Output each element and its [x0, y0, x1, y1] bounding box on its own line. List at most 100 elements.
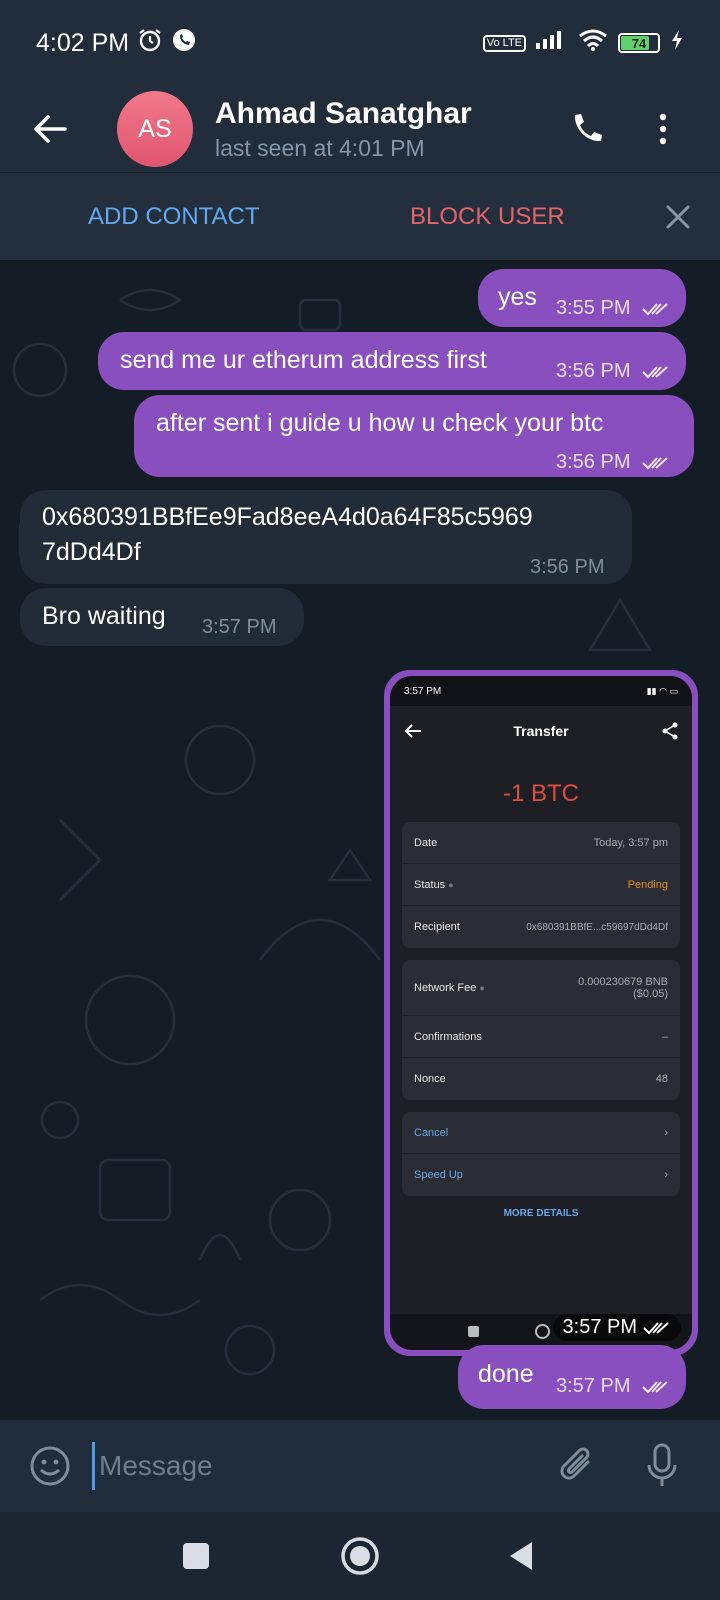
message-text: yes — [498, 283, 537, 311]
message-time: 3:56 PM — [556, 360, 631, 382]
charging-icon — [670, 29, 684, 58]
message-input[interactable] — [92, 1442, 532, 1490]
contact-info[interactable]: Ahmad Sanatghar last seen at 4:01 PM — [215, 97, 472, 162]
more-vertical-icon — [659, 113, 667, 145]
attach-button[interactable] — [552, 1440, 604, 1492]
info-icon: ● — [448, 879, 454, 890]
circle-icon — [535, 1324, 550, 1339]
message-time: 3:57 PM — [556, 1375, 631, 1397]
detail-value: Pending — [627, 878, 668, 891]
detail-value: – — [661, 1030, 668, 1043]
share-icon — [662, 722, 678, 740]
emoji-button[interactable] — [24, 1440, 76, 1492]
image-message[interactable]: 3:57 PM ▮▮ ◠ ▭ Transfer -1 BTC Date Toda… — [384, 670, 698, 1356]
contact-name: Ahmad Sanatghar — [215, 96, 472, 130]
message-bubble-outgoing[interactable]: yes 3:55 PM — [478, 269, 686, 327]
chevron-right-icon: › — [664, 1126, 668, 1139]
alarm-icon — [137, 27, 163, 59]
detail-value: 0x680391BBfE...c59697dDd4Df — [526, 921, 668, 933]
detail-value: 48 — [655, 1073, 668, 1085]
voice-record-button[interactable] — [636, 1440, 688, 1492]
more-options-button[interactable] — [628, 86, 698, 172]
actions-card: Cancel › Speed Up › — [402, 1112, 680, 1196]
back-nav-button[interactable] — [500, 1534, 544, 1578]
detail-row: Confirmations – — [402, 1016, 680, 1058]
message-time: 3:56 PM — [556, 451, 631, 473]
arrow-left-icon — [34, 115, 67, 143]
detail-label: Recipient — [414, 921, 460, 933]
message-bubble-outgoing[interactable]: after sent i guide u how u check your bt… — [134, 395, 694, 477]
screenshot-status-time: 3:57 PM — [404, 685, 442, 697]
double-check-icon — [642, 456, 668, 470]
message-text: send me ur etherum address first — [120, 346, 487, 374]
message-text: done — [478, 1360, 534, 1388]
back-button[interactable] — [0, 86, 100, 172]
double-check-icon — [642, 1380, 668, 1394]
square-icon — [468, 1326, 479, 1337]
detail-label: Nonce — [414, 1073, 446, 1085]
message-text-line: 0x680391BBfEe9Fad8eeA4d0a64F85c5969 — [42, 503, 533, 531]
detail-label: Status ● — [414, 878, 454, 891]
add-contact-button[interactable]: ADD CONTACT — [88, 203, 260, 231]
screenshot-status-bar: 3:57 PM ▮▮ ◠ ▭ — [390, 676, 692, 706]
screenshot-title: Transfer — [513, 723, 569, 739]
message-time: 3:57 PM — [202, 616, 277, 638]
paperclip-icon — [560, 1447, 590, 1480]
battery-icon: 74 — [618, 33, 660, 53]
avatar[interactable]: AS — [117, 91, 193, 167]
detail-row: Status ● Pending — [402, 864, 680, 906]
message-bubble-outgoing[interactable]: done 3:57 PM — [458, 1345, 686, 1409]
message-time: 3:56 PM — [530, 556, 605, 578]
emoji-icon — [30, 1446, 70, 1486]
detail-label: Confirmations — [414, 1030, 482, 1043]
message-text: after sent i guide u how u check your bt… — [156, 409, 604, 437]
detail-row: Network Fee ● 0.000230679 BNB ($0.05) — [402, 960, 680, 1016]
chat-area[interactable]: yes 3:55 PM send me ur etherum address f… — [0, 260, 720, 1420]
home-button[interactable] — [338, 1534, 382, 1578]
transfer-details-card: Date Today, 3:57 pm Status ● Pending Rec… — [402, 822, 680, 948]
transfer-screenshot: 3:57 PM ▮▮ ◠ ▭ Transfer -1 BTC Date Toda… — [390, 676, 692, 1350]
message-time: 3:57 PM — [562, 1316, 637, 1338]
status-bar: 4:02 PM Vo LTE 74 — [0, 0, 720, 86]
detail-row: Nonce 48 — [402, 1058, 680, 1100]
cancel-link: Cancel — [414, 1126, 449, 1139]
detail-value: Today, 3:57 pm — [593, 836, 668, 849]
close-bar-button[interactable] — [658, 197, 698, 237]
image-timestamp: 3:57 PM — [552, 1314, 681, 1341]
contact-action-bar: ADD CONTACT BLOCK USER — [0, 172, 720, 260]
detail-value: 0.000230679 BNB ($0.05) — [578, 975, 668, 1000]
message-bubble-incoming[interactable]: 0x680391BBfEe9Fad8eeA4d0a64F85c5969 7dDd… — [20, 490, 632, 584]
detail-label: Date — [414, 836, 438, 849]
triangle-back-icon — [510, 1542, 532, 1570]
screenshot-header: Transfer — [390, 706, 692, 756]
message-text: Bro waiting — [42, 602, 166, 630]
chat-header: AS Ahmad Sanatghar last seen at 4:01 PM — [0, 86, 720, 172]
screenshot-status-icons: ▮▮ ◠ ▭ — [646, 685, 678, 696]
microphone-icon — [647, 1443, 677, 1486]
message-bubble-outgoing[interactable]: send me ur etherum address first 3:56 PM — [98, 332, 686, 390]
message-text-line: 7dDd4Df — [42, 538, 141, 566]
wifi-icon — [578, 28, 608, 59]
message-time: 3:55 PM — [556, 297, 631, 319]
block-user-button[interactable]: BLOCK USER — [410, 203, 565, 231]
recents-button[interactable] — [174, 1534, 218, 1578]
transfer-amount: -1 BTC — [502, 780, 579, 807]
whatsapp-call-icon — [171, 27, 197, 59]
phone-icon — [574, 114, 602, 142]
last-seen-status: last seen at 4:01 PM — [215, 134, 425, 161]
home-circle-icon — [341, 1537, 379, 1575]
info-icon: ● — [479, 982, 485, 993]
close-icon — [666, 205, 690, 229]
square-icon — [183, 1543, 209, 1569]
speed-up-link: Speed Up — [414, 1169, 463, 1181]
chevron-right-icon: › — [664, 1169, 668, 1181]
signal-icon — [536, 29, 568, 58]
call-button[interactable] — [552, 86, 622, 172]
double-check-icon — [642, 365, 668, 379]
more-details-link: MORE DETAILS — [503, 1208, 579, 1219]
message-bubble-incoming[interactable]: Bro waiting 3:57 PM — [20, 588, 304, 646]
message-text: 0x680391BBfEe9Fad8eeA4d0a64F85c5969 7dDd… — [42, 500, 533, 570]
battery-level: 74 — [631, 35, 647, 51]
detail-row: Speed Up › — [402, 1154, 680, 1196]
volte-badge: Vo LTE — [482, 34, 526, 52]
